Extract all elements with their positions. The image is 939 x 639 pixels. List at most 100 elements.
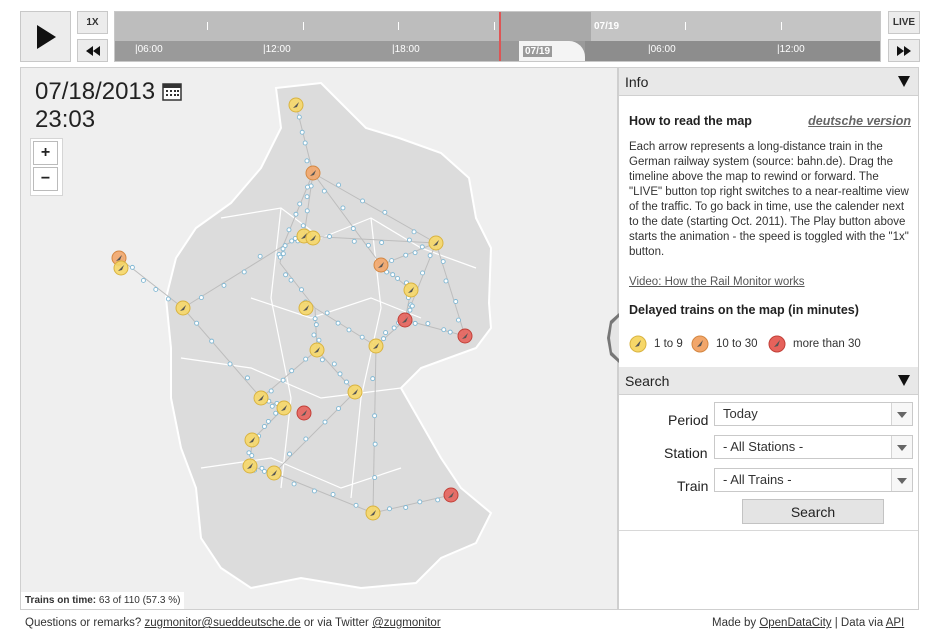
station-dot[interactable] — [316, 337, 322, 343]
station-dot[interactable] — [353, 502, 359, 508]
search-button[interactable]: Search — [742, 499, 884, 524]
station-dot[interactable] — [312, 316, 318, 322]
station-dot[interactable] — [412, 250, 418, 256]
station-dot[interactable] — [221, 282, 227, 288]
station-dot[interactable] — [336, 182, 342, 188]
station-dot[interactable] — [198, 295, 204, 301]
german-version-link[interactable]: deutsche version — [808, 114, 911, 129]
delayed-train-marker[interactable] — [175, 300, 191, 316]
station-dot[interactable] — [443, 278, 449, 284]
station-dot[interactable] — [277, 254, 283, 260]
station-dot[interactable] — [241, 269, 247, 275]
delayed-train-marker[interactable] — [244, 432, 260, 448]
delayed-train-marker[interactable] — [457, 328, 473, 344]
station-dot[interactable] — [296, 114, 302, 120]
station-dot[interactable] — [273, 410, 279, 416]
delayed-train-marker[interactable] — [428, 235, 444, 251]
station-dot[interactable] — [391, 325, 397, 331]
germany-map[interactable] — [21, 68, 618, 610]
station-dot[interactable] — [346, 327, 352, 333]
station-dot[interactable] — [425, 321, 431, 326]
delayed-train-marker[interactable] — [347, 384, 363, 400]
station-dot[interactable] — [304, 194, 310, 200]
station-dot[interactable] — [403, 505, 409, 510]
station-dot[interactable] — [351, 238, 357, 244]
zoom-out-button[interactable]: − — [33, 167, 58, 191]
station-dot[interactable] — [319, 357, 325, 363]
station-dot[interactable] — [447, 329, 453, 335]
calendar-icon[interactable] — [162, 82, 182, 101]
station-dot[interactable] — [456, 317, 461, 323]
station-dot[interactable] — [322, 419, 328, 425]
station-dot[interactable] — [227, 361, 233, 367]
station-dot[interactable] — [280, 246, 286, 252]
timeline-slider[interactable]: 07/19 |06:00 |12:00 |18:00 07/19 |06:00 … — [114, 11, 881, 62]
delayed-train-marker[interactable] — [298, 300, 314, 316]
station-dot[interactable] — [261, 468, 267, 474]
station-dot[interactable] — [305, 184, 310, 190]
station-dot[interactable] — [300, 223, 306, 229]
station-dot[interactable] — [395, 275, 401, 281]
station-dot[interactable] — [417, 499, 423, 505]
delayed-train-marker[interactable] — [403, 282, 419, 298]
station-dot[interactable] — [336, 406, 341, 411]
station-dot[interactable] — [129, 264, 135, 270]
station-select[interactable]: - All Stations - — [714, 435, 913, 459]
rail-map[interactable]: 07/18/2013 23:03 + − Trains on time: 63 … — [20, 67, 618, 610]
station-dot[interactable] — [440, 259, 446, 265]
station-dot[interactable] — [153, 286, 159, 292]
station-dot[interactable] — [261, 424, 267, 429]
station-dot[interactable] — [331, 361, 337, 367]
station-dot[interactable] — [165, 296, 171, 302]
station-dot[interactable] — [435, 497, 441, 503]
rewind-button[interactable] — [77, 39, 108, 62]
station-dot[interactable] — [453, 299, 459, 304]
station-dot[interactable] — [299, 287, 304, 293]
station-dot[interactable] — [327, 234, 332, 239]
station-dot[interactable] — [245, 375, 250, 381]
station-dot[interactable] — [140, 277, 146, 283]
forward-button[interactable] — [888, 39, 920, 62]
api-link[interactable]: API — [886, 617, 905, 629]
station-dot[interactable] — [249, 453, 255, 459]
station-dot[interactable] — [302, 140, 308, 146]
station-dot[interactable] — [311, 332, 317, 338]
station-dot[interactable] — [299, 129, 305, 135]
station-dot[interactable] — [383, 330, 389, 336]
station-dot[interactable] — [409, 303, 415, 309]
station-dot[interactable] — [382, 209, 388, 215]
play-button[interactable] — [20, 11, 71, 62]
station-dot[interactable] — [269, 403, 275, 409]
station-dot[interactable] — [344, 379, 349, 385]
station-dot[interactable] — [289, 368, 295, 374]
station-dot[interactable] — [280, 377, 286, 383]
delayed-train-marker[interactable] — [397, 312, 413, 328]
delayed-train-marker[interactable] — [305, 230, 321, 246]
delayed-train-marker[interactable] — [288, 97, 304, 113]
period-select[interactable]: Today — [714, 402, 913, 426]
station-dot[interactable] — [280, 251, 286, 257]
station-dot[interactable] — [359, 334, 365, 340]
station-dot[interactable] — [293, 211, 299, 217]
station-dot[interactable] — [441, 327, 447, 333]
station-dot[interactable] — [360, 198, 366, 204]
station-dot[interactable] — [265, 418, 271, 424]
station-dot[interactable] — [372, 441, 378, 447]
delayed-train-marker[interactable] — [113, 260, 129, 276]
station-dot[interactable] — [297, 201, 303, 207]
station-dot[interactable] — [321, 188, 327, 194]
train-select[interactable]: - All Trains - — [714, 468, 913, 492]
station-dot[interactable] — [420, 270, 425, 276]
station-dot[interactable] — [330, 492, 336, 497]
station-dot[interactable] — [370, 376, 376, 382]
delayed-train-marker[interactable] — [253, 390, 269, 406]
station-dot[interactable] — [303, 356, 309, 362]
speed-toggle-button[interactable]: 1X — [77, 11, 108, 34]
search-header[interactable]: Search — [619, 367, 918, 395]
station-dot[interactable] — [412, 320, 418, 326]
station-dot[interactable] — [365, 242, 371, 248]
zoom-in-button[interactable]: + — [33, 141, 58, 165]
station-dot[interactable] — [411, 229, 417, 235]
station-dot[interactable] — [257, 253, 263, 259]
delayed-train-marker[interactable] — [296, 405, 312, 421]
